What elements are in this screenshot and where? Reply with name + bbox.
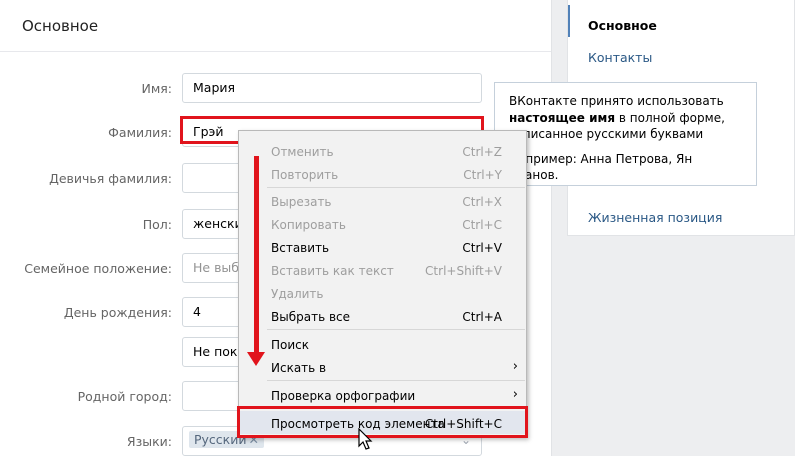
annotation-arrow-head: [247, 352, 265, 366]
menu-item-label: Удалить: [271, 287, 324, 301]
menu-item-select-all[interactable]: Выбрать все Ctrl+A: [239, 304, 526, 327]
menu-item-cut[interactable]: Вырезать Ctrl+X: [239, 189, 526, 212]
menu-separator: [267, 380, 525, 381]
menu-item-undo[interactable]: Отменить Ctrl+Z: [239, 139, 526, 162]
tooltip-bold: настоящее имя: [509, 110, 616, 125]
tooltip-line: ВКонтакте принято использовать: [509, 94, 724, 108]
menu-item-label: Поиск: [271, 338, 310, 352]
menu-item-shortcut: Ctrl+Y: [463, 168, 502, 182]
inspect-highlight-box: [237, 406, 528, 438]
field-label: Фамилия:: [108, 125, 172, 140]
menu-item-paste-as-text[interactable]: Вставить как текст Ctrl+Shift+V: [239, 258, 526, 281]
menu-item-delete[interactable]: Удалить: [239, 281, 526, 304]
chevron-right-icon: ›: [512, 387, 518, 402]
field-label: Семейное положение:: [24, 261, 172, 276]
field-label: Девичья фамилия:: [49, 171, 172, 186]
menu-item-spellcheck[interactable]: Проверка орфографии ›: [239, 383, 526, 406]
menu-separator: [267, 187, 525, 188]
menu-item-label: Проверка орфографии: [271, 389, 416, 403]
menu-item-redo[interactable]: Повторить Ctrl+Y: [239, 162, 526, 185]
menu-item-shortcut: Ctrl+Shift+V: [425, 264, 502, 278]
tooltip-line: записанное русскими буквами: [509, 127, 704, 141]
field-label: Имя:: [141, 81, 172, 96]
annotation-arrow-shaft: [254, 156, 259, 356]
menu-item-shortcut: Ctrl+Z: [462, 145, 502, 159]
menu-item-label: Искать в: [271, 361, 327, 375]
menu-item-label: Вырезать: [271, 195, 332, 209]
menu-item-label: Отменить: [271, 145, 334, 159]
menu-item-shortcut: Ctrl+A: [462, 310, 502, 324]
sidebar-item-contacts[interactable]: Контакты: [568, 37, 795, 69]
field-row-first-name: Имя: Мария: [0, 73, 552, 105]
menu-item-shortcut: Ctrl+C: [462, 218, 502, 232]
first-name-input[interactable]: Мария: [182, 73, 482, 103]
mouse-pointer-icon: [358, 428, 373, 450]
menu-item-label: Копировать: [271, 218, 346, 232]
tooltip-example: Например: Анна Петрова, Ян Иванов.: [509, 151, 693, 183]
field-label: Пол:: [142, 217, 172, 232]
chevron-right-icon: ›: [512, 359, 518, 374]
sidebar-item-basic[interactable]: Основное: [568, 5, 795, 37]
menu-item-shortcut: Ctrl+V: [462, 241, 502, 255]
context-menu: Отменить Ctrl+Z Повторить Ctrl+Y Вырезать C…: [238, 130, 527, 438]
menu-item-label: Вставить как текст: [271, 264, 394, 278]
menu-item-label: Выбрать все: [271, 310, 351, 324]
menu-item-paste[interactable]: Вставить Ctrl+V: [239, 235, 526, 258]
name-hint-tooltip: ВКонтакте принято использовать настоящее…: [494, 82, 757, 186]
menu-separator: [267, 329, 525, 330]
field-label: Родной город:: [77, 389, 172, 404]
tooltip-line: в полной форме,: [615, 110, 725, 125]
menu-item-label: Вставить: [271, 241, 330, 255]
menu-item-label: Повторить: [271, 168, 339, 182]
sidebar-item-life-position[interactable]: Жизненная позиция: [568, 197, 795, 229]
field-label: День рождения:: [63, 305, 172, 320]
menu-item-search[interactable]: Поиск: [239, 332, 526, 355]
page-title: Основное: [0, 0, 551, 52]
menu-item-copy[interactable]: Копировать Ctrl+C: [239, 212, 526, 235]
menu-item-shortcut: Ctrl+X: [462, 195, 502, 209]
field-label: Языки:: [126, 434, 172, 449]
menu-item-search-in[interactable]: Искать в ›: [239, 355, 526, 378]
